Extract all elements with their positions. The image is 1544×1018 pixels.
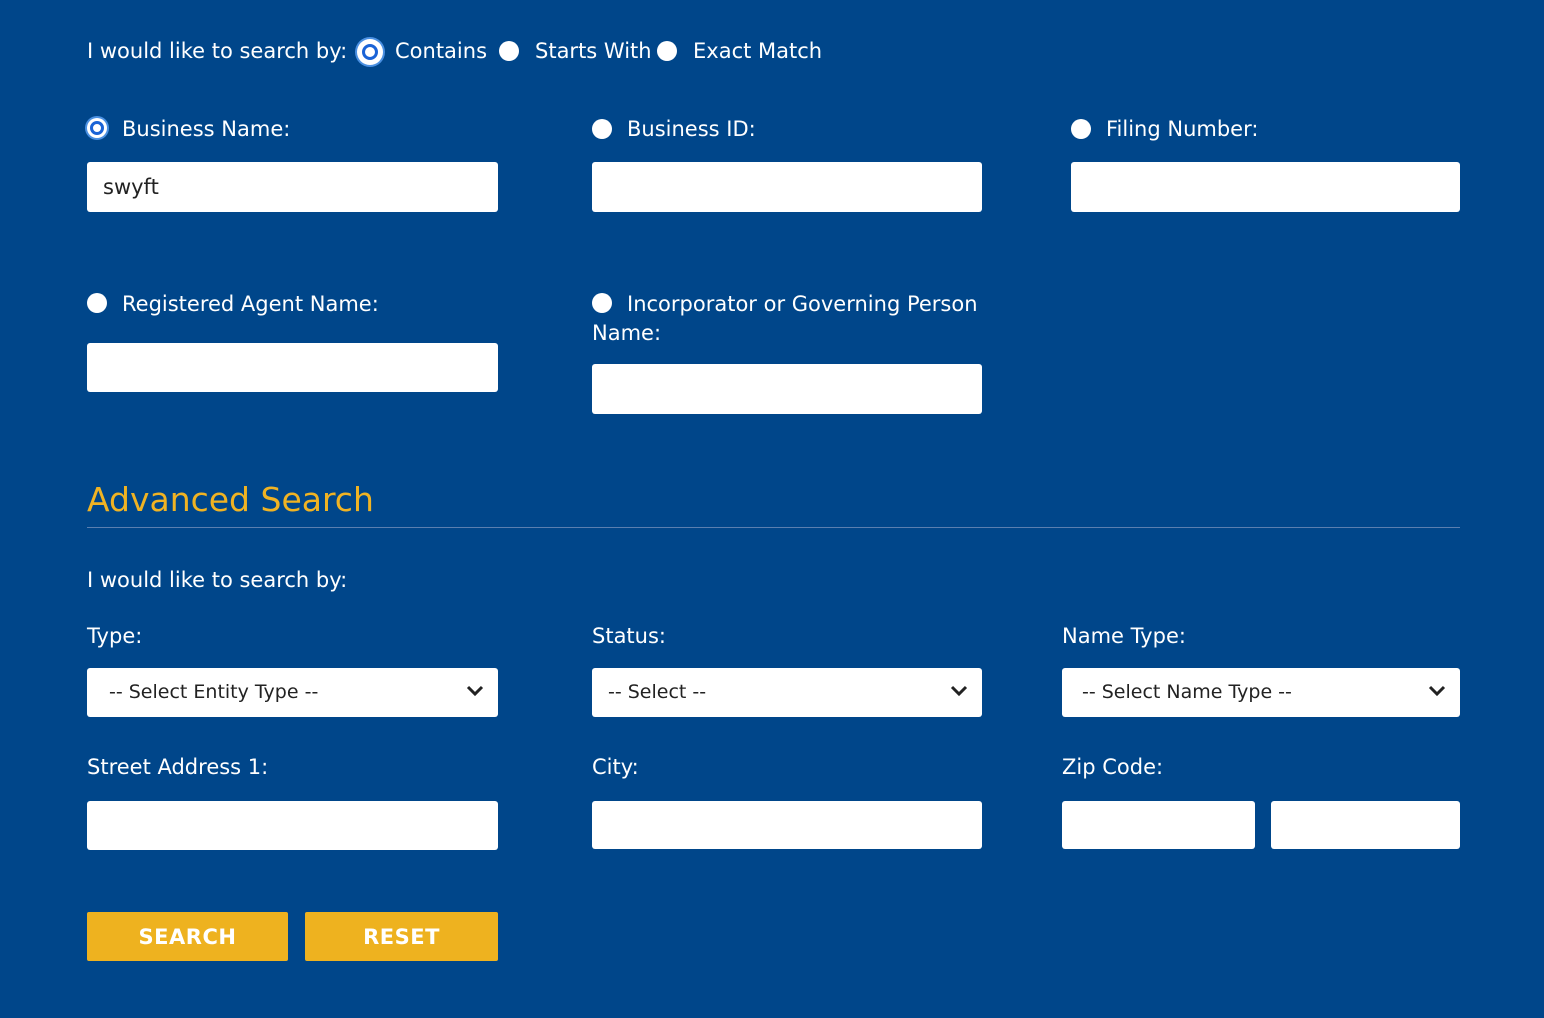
radio-filing-number[interactable] xyxy=(1071,119,1091,139)
filing-number-input[interactable] xyxy=(1071,162,1460,212)
radio-starts-with-label[interactable]: Starts With xyxy=(535,38,652,64)
type-label: Type: xyxy=(87,624,143,648)
street-address-input[interactable] xyxy=(87,801,498,850)
zip-code-label: Zip Code: xyxy=(1062,755,1164,779)
radio-incorporator[interactable] xyxy=(592,293,612,313)
search-button[interactable]: SEARCH xyxy=(87,912,288,961)
business-id-label: Business ID: xyxy=(627,117,756,141)
city-input[interactable] xyxy=(592,801,982,849)
chevron-down-icon xyxy=(466,685,484,697)
radio-exact-match[interactable] xyxy=(657,41,677,61)
radio-contains-label[interactable]: Contains xyxy=(395,38,487,64)
incorporator-label-line1: Incorporator or Governing Person xyxy=(627,292,978,316)
advanced-search-heading: Advanced Search xyxy=(87,480,374,519)
city-label: City: xyxy=(592,755,639,779)
registered-agent-label: Registered Agent Name: xyxy=(122,292,379,316)
radio-starts-with[interactable] xyxy=(499,41,519,61)
status-select-value: -- Select -- xyxy=(608,681,707,703)
radio-business-id[interactable] xyxy=(592,119,612,139)
radio-contains[interactable] xyxy=(357,39,383,65)
radio-business-name[interactable] xyxy=(87,118,107,138)
zip-code-ext-input[interactable] xyxy=(1271,801,1460,849)
incorporator-label-line2: Name: xyxy=(592,321,662,345)
status-label: Status: xyxy=(592,624,666,648)
status-select[interactable]: -- Select -- xyxy=(592,668,982,717)
street-address-label: Street Address 1: xyxy=(87,755,269,779)
business-id-input[interactable] xyxy=(592,162,982,212)
section-divider xyxy=(87,527,1460,528)
registered-agent-input[interactable] xyxy=(87,343,498,392)
search-by-label: I would like to search by: xyxy=(87,39,348,63)
name-type-select-value: -- Select Name Type -- xyxy=(1082,681,1292,703)
incorporator-input[interactable] xyxy=(592,364,982,414)
radio-exact-match-label[interactable]: Exact Match xyxy=(693,38,822,64)
entity-type-select[interactable]: -- Select Entity Type -- xyxy=(87,668,498,717)
radio-registered-agent[interactable] xyxy=(87,293,107,313)
business-name-input[interactable] xyxy=(87,162,498,212)
zip-code-input[interactable] xyxy=(1062,801,1255,849)
entity-type-select-value: -- Select Entity Type -- xyxy=(109,681,319,703)
name-type-label: Name Type: xyxy=(1062,624,1186,648)
advanced-search-by-label: I would like to search by: xyxy=(87,568,348,592)
filing-number-label: Filing Number: xyxy=(1106,117,1259,141)
chevron-down-icon xyxy=(950,685,968,697)
reset-button[interactable]: RESET xyxy=(305,912,498,961)
name-type-select[interactable]: -- Select Name Type -- xyxy=(1062,668,1460,717)
chevron-down-icon xyxy=(1428,685,1446,697)
business-name-label: Business Name: xyxy=(122,117,291,141)
